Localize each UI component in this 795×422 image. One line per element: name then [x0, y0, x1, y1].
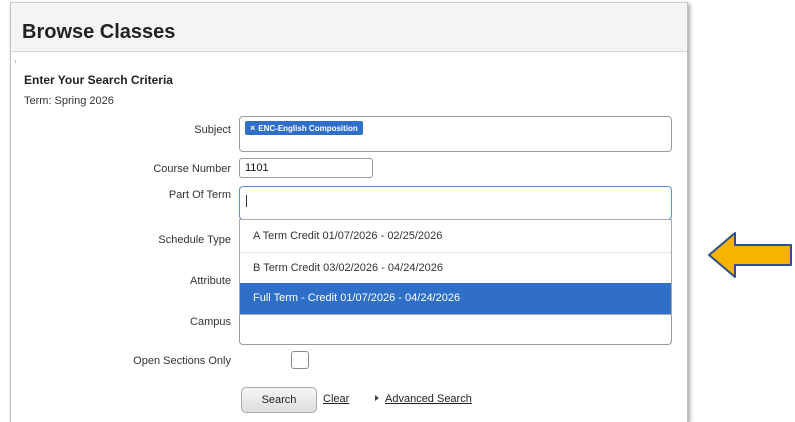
open-sections-label: Open Sections Only [133, 355, 231, 367]
dropdown-option-selected[interactable]: Full Term - Credit 01/07/2026 - 04/24/20… [240, 283, 671, 314]
chip-remove-icon[interactable]: × [250, 123, 255, 133]
clear-link[interactable]: Clear [323, 393, 349, 405]
page-title: Browse Classes [22, 21, 176, 43]
dropdown-option[interactable]: B Term Credit 03/02/2026 - 04/24/2026 [240, 253, 671, 284]
part-of-term-label: Part Of Term [168, 189, 231, 201]
subject-input[interactable]: × ENC-English Composition [239, 116, 672, 152]
browse-classes-panel: Browse Classes Enter Your Search Criteri… [10, 2, 688, 422]
course-number-value: 1101 [245, 162, 269, 174]
term-label: Term: Spring 2026 [24, 95, 114, 107]
part-of-term-dropdown: A Term Credit 01/07/2026 - 02/25/2026 B … [239, 219, 672, 315]
campus-input[interactable] [239, 311, 672, 345]
criteria-heading: Enter Your Search Criteria [24, 73, 173, 87]
schedule-type-label: Schedule Type [158, 234, 231, 246]
pointer-arrow-icon [708, 232, 792, 278]
campus-label: Campus [190, 316, 231, 328]
part-of-term-input[interactable] [239, 186, 672, 220]
subject-label: Subject [194, 124, 231, 136]
course-number-label: Course Number [153, 163, 231, 175]
panel-header: Browse Classes [11, 3, 687, 52]
arrow-shape [708, 232, 792, 278]
open-sections-checkbox[interactable] [291, 351, 309, 369]
dropdown-option[interactable]: A Term Credit 01/07/2026 - 02/25/2026 [240, 221, 671, 252]
attribute-label: Attribute [190, 275, 231, 287]
advanced-search-link[interactable]: Advanced Search [375, 393, 472, 405]
corner-mark [15, 60, 18, 63]
subject-chip[interactable]: × ENC-English Composition [245, 121, 363, 135]
triangle-right-icon [375, 395, 379, 401]
text-caret [246, 195, 247, 207]
search-button[interactable]: Search [241, 387, 317, 413]
course-number-input[interactable]: 1101 [239, 158, 373, 178]
chip-label: ENC-English Composition [258, 124, 358, 133]
